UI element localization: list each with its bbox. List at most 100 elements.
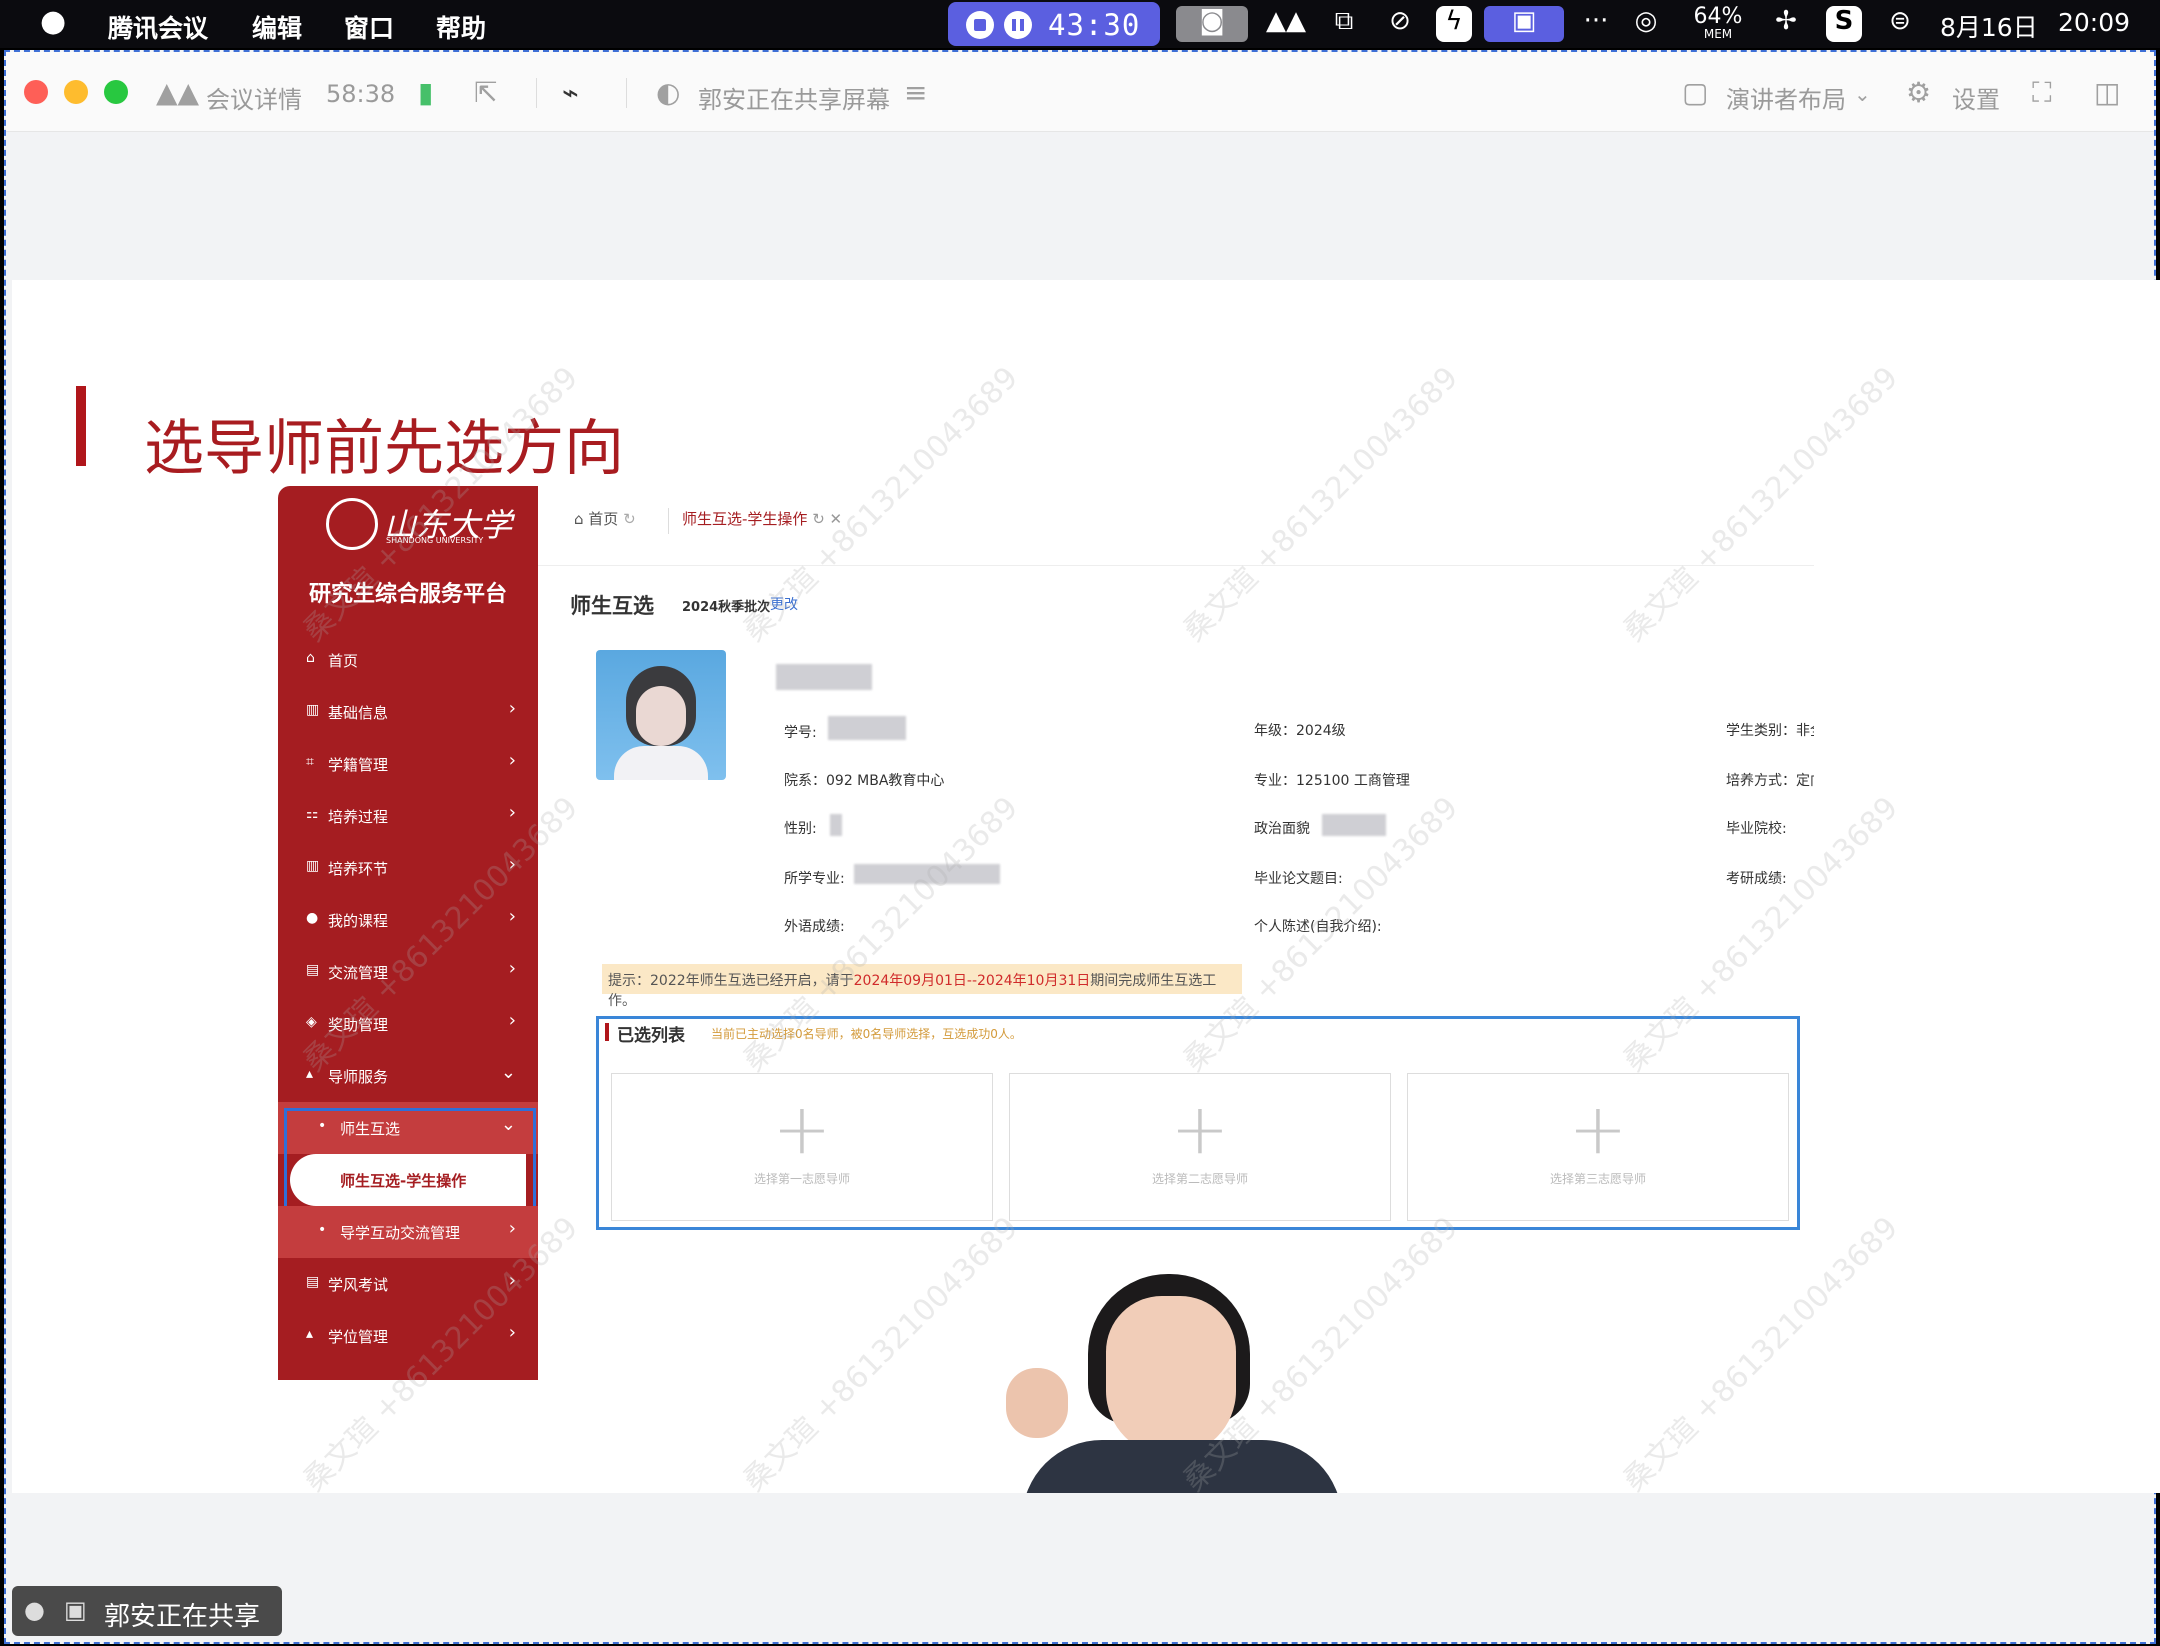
slide-title-accent: [76, 386, 86, 466]
nav-awards[interactable]: ◈ 奖助管理 ›: [278, 998, 538, 1050]
chevron-right-icon: ›: [508, 802, 516, 823]
fullscreen-icon[interactable]: ⛶: [2032, 76, 2052, 110]
sogou-icon[interactable]: S: [1826, 6, 1862, 42]
department-field: 院系：092 MBA教育中心: [784, 773, 945, 789]
tip-prefix: 提示：2022年师生互选已经开启，请于: [608, 973, 854, 989]
more-icon[interactable]: ···: [1576, 6, 1616, 42]
sharing-badge-text: 郭安正在共享: [104, 1602, 261, 1632]
nav-my-courses[interactable]: ● 我的课程 ›: [278, 894, 538, 946]
refresh-icon[interactable]: ↻: [807, 510, 825, 528]
selected-list-note: 当前已主动选择0名导师，被0名导师选择，互选成功0人。: [711, 1027, 1022, 1041]
scan-icon: ⌗: [306, 754, 314, 770]
chevron-down-icon: ⌄: [500, 1062, 516, 1083]
close-window-button[interactable]: [24, 80, 48, 104]
portal-sidebar: 山东大学 SHANDONG UNIVERSITY 研究生综合服务平台 ⌂ 首页 ▥…: [278, 486, 538, 1380]
choose-third-advisor-button[interactable]: + 选择第三志愿导师: [1407, 1073, 1789, 1221]
nav-training-steps[interactable]: ▥ 培养环节 ›: [278, 842, 538, 894]
layout-icon[interactable]: ▢: [1682, 76, 1708, 109]
exam-score-label: 考研成绩:: [1726, 871, 1787, 887]
stop-icon[interactable]: [966, 11, 994, 39]
popout-icon[interactable]: ⇱: [474, 76, 497, 109]
recording-control[interactable]: 43:30: [948, 2, 1160, 46]
nav-training-process[interactable]: ⚏ 培养过程 ›: [278, 790, 538, 842]
list-icon[interactable]: ≡: [904, 76, 927, 109]
training-mode-field: 培养方式：定向: [1726, 773, 1814, 789]
plus-icon: +: [1170, 1088, 1230, 1170]
pause-icon[interactable]: [1004, 11, 1032, 39]
meeting-logo-icon: ▲▲: [156, 76, 200, 109]
toolbar-divider: [626, 78, 627, 108]
signal-icon: ▮: [418, 76, 434, 109]
tencent-meeting-icon[interactable]: ▲▲: [1262, 6, 1310, 42]
nav-exams[interactable]: ▤ 学风考试 ›: [278, 1258, 538, 1310]
control-center-icon[interactable]: ⊜: [1880, 6, 1920, 42]
tab-current[interactable]: 师生互选-学生操作 ↻ ✕: [682, 508, 842, 529]
nav-degree[interactable]: ▴ 学位管理 ›: [278, 1310, 538, 1362]
portal-tabbar: ⌂ 首页 ↻ 师生互选-学生操作 ↻ ✕: [538, 486, 1814, 566]
settings-button[interactable]: 设置: [1952, 80, 2000, 115]
chevron-right-icon: ›: [508, 906, 516, 927]
time-label[interactable]: 20:09: [2058, 8, 2130, 37]
wechat-icon[interactable]: ◎: [1624, 6, 1668, 42]
choice-label: 选择第三志愿导师: [1549, 1172, 1646, 1186]
selected-list-panel: 已选列表 当前已主动选择0名导师，被0名导师选择，互选成功0人。 + 选择第一志…: [596, 1016, 1800, 1230]
chevron-down-icon[interactable]: ⌄: [1854, 82, 1871, 106]
gear-icon[interactable]: ⚙: [1906, 76, 1931, 109]
chevron-right-icon: ›: [508, 698, 516, 719]
student-type-field: 学生类别：非全: [1726, 723, 1814, 739]
self-intro-label: 个人陈述(自我介绍):: [1254, 919, 1382, 935]
nav-home[interactable]: ⌂ 首页: [278, 634, 538, 686]
selected-list-title: 已选列表: [617, 1026, 685, 1046]
remote-control-icon[interactable]: ⌁: [562, 76, 579, 109]
refresh-icon[interactable]: ↻: [618, 510, 636, 528]
choice-label: 选择第一志愿导师: [753, 1172, 850, 1186]
selected-list-accent: [605, 1023, 609, 1041]
meeting-details-button[interactable]: 会议详情: [206, 80, 302, 115]
menu-edit[interactable]: 编辑: [252, 9, 302, 45]
tab-home[interactable]: ⌂ 首页 ↻: [574, 508, 636, 529]
student-photo: [596, 650, 726, 780]
macos-menubar: ● 腾讯会议 编辑 窗口 帮助 43:30 ◙ ▲▲ ⧉ ⊘ ϟ ▣ ··· ◎…: [0, 0, 2160, 48]
menu-help[interactable]: 帮助: [436, 9, 486, 45]
platform-name: 研究生综合服务平台: [308, 582, 507, 607]
chevron-right-icon: ›: [508, 1218, 516, 1239]
app-menu-name[interactable]: 腾讯会议: [108, 9, 208, 45]
cap-icon: ▴: [306, 1326, 314, 1342]
bolt-icon[interactable]: ϟ: [1436, 6, 1472, 42]
minimize-window-button[interactable]: [64, 80, 88, 104]
nav-label: 培养环节: [328, 860, 389, 878]
home-icon: ⌂: [306, 650, 315, 666]
close-icon[interactable]: ✕: [825, 510, 843, 528]
date-label[interactable]: 8月16日: [1940, 8, 2038, 44]
fan-icon[interactable]: ✢: [1766, 6, 1806, 42]
chevron-right-icon: ›: [508, 854, 516, 875]
nav-exchange[interactable]: ▤ 交流管理 ›: [278, 946, 538, 998]
screen-mirror-icon[interactable]: ⧉: [1324, 6, 1364, 42]
nav-advisor-service[interactable]: ▴ 导师服务 ⌄: [278, 1050, 538, 1102]
nav-label: 学籍管理: [328, 756, 389, 774]
memory-label: MEM: [1703, 27, 1733, 41]
nav-guidance-interaction[interactable]: • 导学互动交流管理 ›: [278, 1206, 538, 1258]
maximize-window-button[interactable]: [104, 80, 128, 104]
university-seal-icon: [326, 498, 378, 550]
speaker-layout-button[interactable]: 演讲者布局: [1726, 80, 1846, 115]
studied-major-label: 所学专业:: [784, 871, 845, 887]
menu-window[interactable]: 窗口: [344, 9, 394, 45]
chevron-right-icon: ›: [508, 958, 516, 979]
nav-student-status[interactable]: ⌗ 学籍管理 ›: [278, 738, 538, 790]
camera-icon[interactable]: ◙: [1176, 6, 1248, 42]
compass-icon[interactable]: ⊘: [1380, 6, 1420, 42]
chart-icon: ▥: [306, 858, 320, 874]
sidebar-toggle-icon[interactable]: ◫: [2094, 76, 2120, 109]
portal-screenshot: 山东大学 SHANDONG UNIVERSITY 研究生综合服务平台 ⌂ 首页 ▥…: [278, 486, 1814, 1380]
chevron-right-icon: ›: [508, 1322, 516, 1343]
choose-first-advisor-button[interactable]: + 选择第一志愿导师: [611, 1073, 993, 1221]
change-batch-link[interactable]: 更改: [770, 594, 798, 614]
nav-basic-info[interactable]: ▥ 基础信息 ›: [278, 686, 538, 738]
screen-share-icon[interactable]: ▣: [1484, 6, 1564, 42]
choose-second-advisor-button[interactable]: + 选择第二志愿导师: [1009, 1073, 1391, 1221]
nav-label: 我的课程: [328, 912, 389, 930]
presenter-video: [1002, 1274, 1362, 1493]
gender-redacted: [830, 814, 842, 836]
apple-icon[interactable]: ●: [40, 4, 66, 39]
